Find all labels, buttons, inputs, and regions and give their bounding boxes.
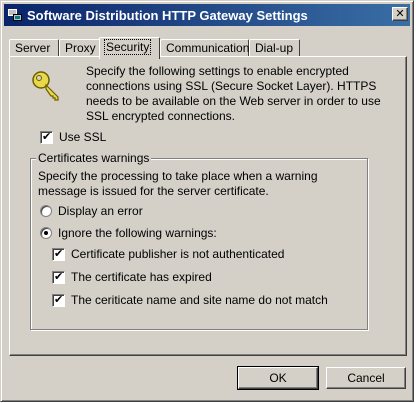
name-mismatch-checkbox[interactable]: ✔ The ceriticate name and site name do n…: [52, 293, 328, 307]
name-mismatch-box[interactable]: ✔: [52, 293, 65, 307]
display-error-radio-button[interactable]: [40, 205, 52, 217]
use-ssl-box[interactable]: ✔: [40, 130, 53, 144]
tab-proxy[interactable]: Proxy: [59, 39, 100, 57]
display-error-radio[interactable]: Display an error: [40, 204, 143, 218]
publisher-not-authenticated-box[interactable]: ✔: [52, 247, 65, 261]
ignore-warnings-radio[interactable]: Ignore the following warnings:: [40, 226, 217, 240]
cert-expired-box[interactable]: ✔: [52, 270, 65, 284]
ignore-warnings-radio-button[interactable]: [40, 227, 52, 239]
tab-dial-up[interactable]: Dial-up: [249, 39, 300, 57]
window-title: Software Distribution HTTP Gateway Setti…: [27, 7, 308, 23]
security-description: Specify the following settings to enable…: [86, 64, 381, 123]
cert-expired-label: The certificate has expired: [71, 270, 212, 284]
close-button[interactable]: ✕: [392, 7, 408, 21]
name-mismatch-label: The ceriticate name and site name do not…: [71, 293, 328, 307]
checkmark-icon: ✔: [54, 247, 64, 260]
tab-server[interactable]: Server: [9, 39, 59, 57]
key-icon: [32, 71, 59, 101]
certificates-warnings-description: Specify the processing to take place whe…: [38, 169, 318, 198]
publisher-not-authenticated-checkbox[interactable]: ✔ Certificate publisher is not authentic…: [52, 247, 284, 261]
use-ssl-label: Use SSL: [59, 130, 107, 144]
use-ssl-checkbox[interactable]: ✔ Use SSL: [40, 130, 106, 144]
network-computers-icon: [7, 7, 23, 23]
tab-security[interactable]: Security: [99, 37, 160, 59]
title-bar: Software Distribution HTTP Gateway Setti…: [4, 4, 410, 26]
ignore-warnings-label: Ignore the following warnings:: [58, 226, 217, 240]
ok-button[interactable]: OK: [237, 366, 319, 390]
publisher-not-authenticated-label: Certificate publisher is not authenticat…: [71, 247, 285, 261]
security-panel: Specify the following settings to enable…: [9, 56, 407, 356]
tab-communication[interactable]: Communication: [160, 39, 249, 57]
cert-expired-checkbox[interactable]: ✔ The certificate has expired: [52, 270, 212, 284]
settings-dialog: Software Distribution HTTP Gateway Setti…: [0, 0, 414, 402]
checkmark-icon: ✔: [42, 130, 52, 143]
certificates-warnings-title: Certificates warnings: [36, 151, 152, 165]
checkmark-icon: ✔: [54, 270, 64, 283]
close-icon: ✕: [395, 7, 405, 20]
checkmark-icon: ✔: [54, 293, 64, 306]
display-error-label: Display an error: [58, 204, 143, 218]
radio-selected-dot: [44, 231, 48, 235]
cancel-button[interactable]: Cancel: [326, 367, 406, 389]
